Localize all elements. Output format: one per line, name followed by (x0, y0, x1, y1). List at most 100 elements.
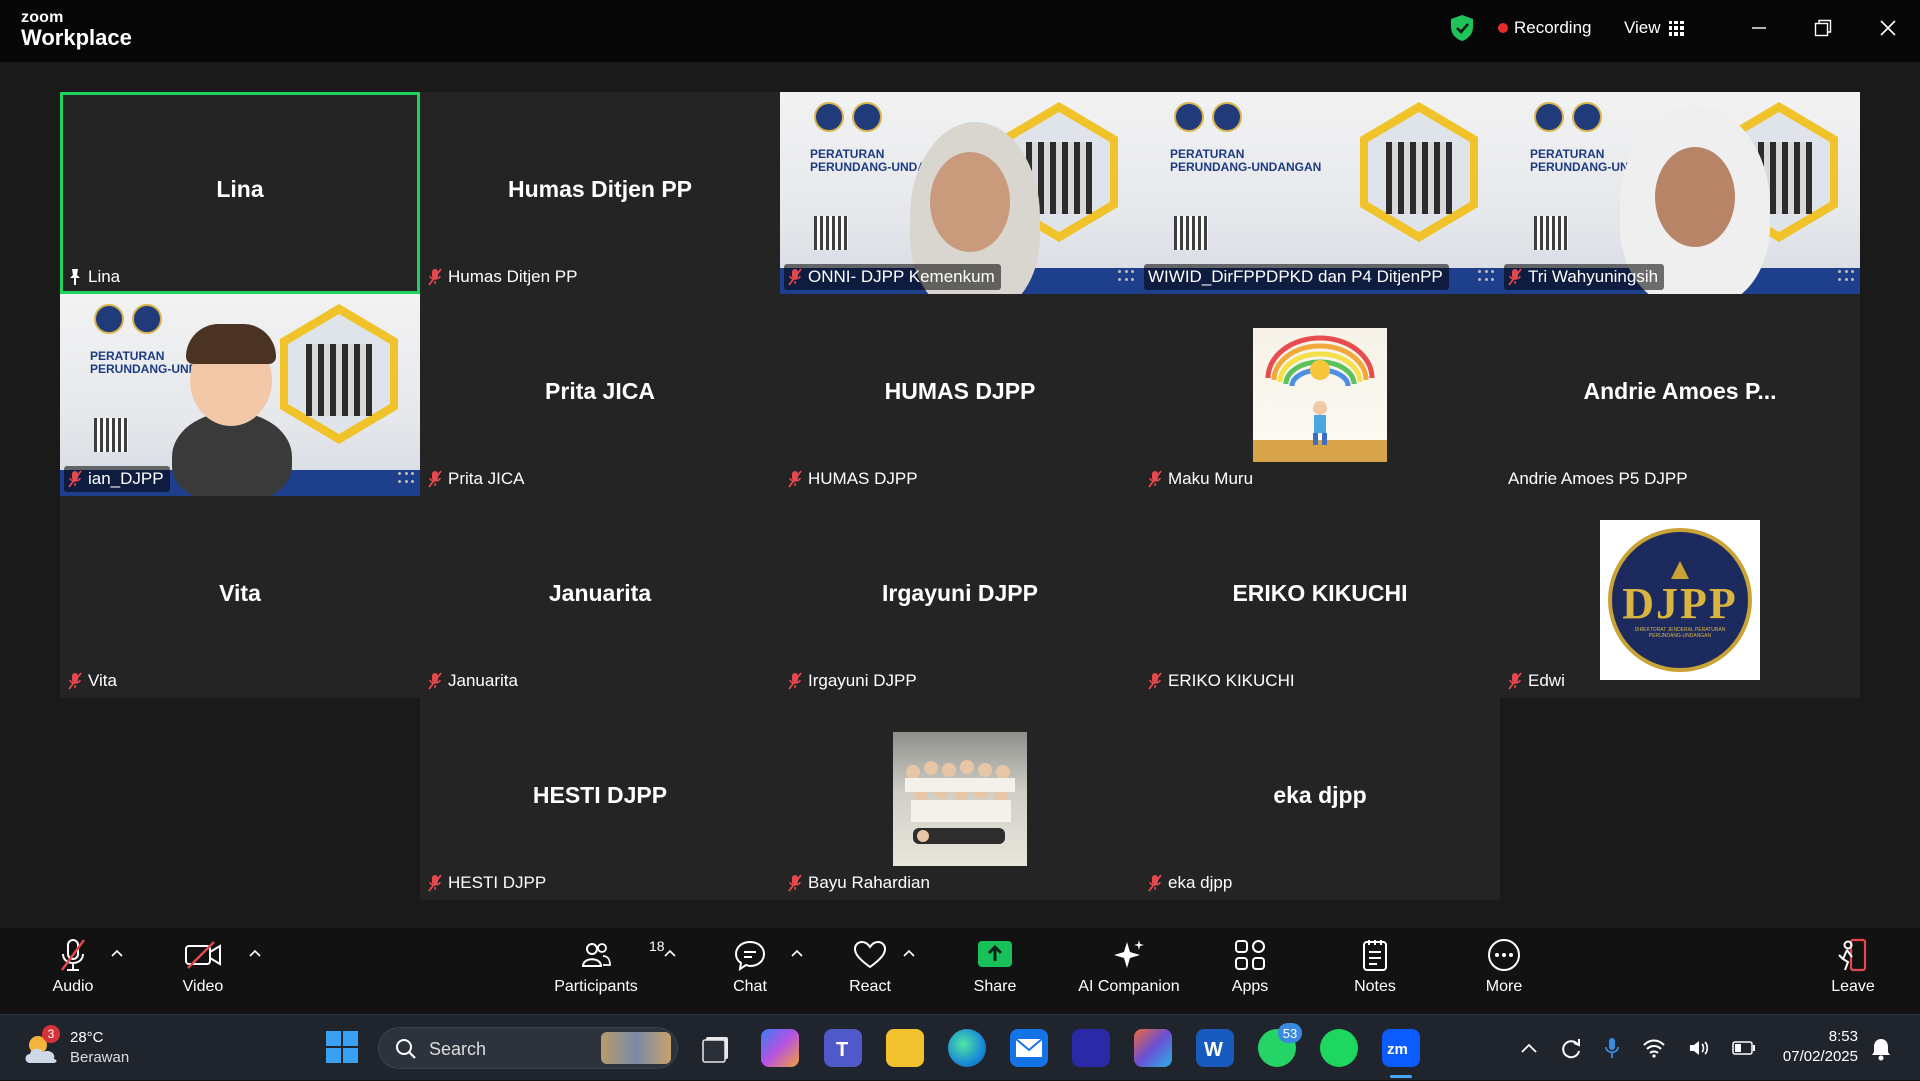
ai-companion-label: AI Companion (1078, 978, 1180, 995)
participant-tile[interactable]: Prita JICA Prita JICA (420, 294, 780, 496)
participant-tile[interactable]: HUMAS DJPP HUMAS DJPP (780, 294, 1140, 496)
participant-tile[interactable]: Humas Ditjen PP Humas Ditjen PP (420, 92, 780, 294)
video-button[interactable]: Video (178, 934, 228, 1010)
taskbar-search-box[interactable]: Search (378, 1027, 678, 1069)
drag-handle-icon[interactable] (1118, 270, 1136, 284)
participant-label: ERIKO KIKUCHI (1144, 668, 1301, 694)
participant-label: Vita (64, 668, 123, 694)
participants-options-caret[interactable] (662, 946, 678, 960)
weather-alert-badge: 3 (42, 1025, 60, 1043)
microphone-icon[interactable] (1604, 1037, 1620, 1059)
wifi-icon[interactable] (1642, 1038, 1666, 1058)
audio-options-caret[interactable] (109, 946, 125, 960)
participant-video-tile[interactable]: PERATURAN PERUNDANG-UNDANGAN WIWID_DirFPP… (1140, 92, 1500, 294)
participant-tile[interactable]: Maku Muru (1140, 294, 1500, 496)
show-hidden-icons-chevron-icon[interactable] (1520, 1042, 1538, 1054)
svg-text:W: W (1204, 1039, 1223, 1061)
teams-logo-icon: T (836, 1039, 848, 1061)
participant-label-text: WIWID_DirFPPDPKD dan P4 DitjenPP (1148, 267, 1443, 286)
notes-label: Notes (1354, 978, 1396, 995)
more-label: More (1485, 978, 1523, 995)
battery-icon[interactable] (1732, 1041, 1756, 1055)
participant-label-text: Januarita (448, 671, 518, 690)
minimize-button[interactable] (1739, 12, 1779, 44)
recording-dot-icon (1498, 23, 1508, 33)
participant-tile[interactable]: Vita Vita (60, 496, 420, 698)
taskbar-clock[interactable]: 8:53 07/02/2025 (1783, 1027, 1858, 1067)
copilot-app-icon[interactable] (761, 1029, 799, 1067)
drag-handle-icon[interactable] (1478, 270, 1496, 284)
profile-picture (893, 732, 1027, 866)
participant-tile[interactable]: eka djpp eka djpp (1140, 698, 1500, 900)
sync-icon[interactable] (1560, 1037, 1582, 1059)
video-options-caret[interactable] (247, 946, 263, 960)
participant-video-tile[interactable]: PERATURAN PERUNDANG-UNDANGAN ian_DJPP (60, 294, 420, 496)
participant-tile[interactable]: Andrie Amoes P... Andrie Amoes P5 DJPP (1500, 294, 1860, 496)
close-button[interactable] (1868, 12, 1908, 44)
participant-label: WIWID_DirFPPDPKD dan P4 DitjenPP (1144, 264, 1449, 290)
participant-video-tile[interactable]: PERATURAN PERUNDANG-UNDANGAN ONNI- DJPP K… (780, 92, 1140, 294)
power-automate-icon[interactable] (1072, 1029, 1110, 1067)
participant-video-tile[interactable]: PERATURAN PERUNDANG-UNDANGAN Tri Wahyunin… (1500, 92, 1860, 294)
participant-label-text: Maku Muru (1168, 469, 1254, 488)
task-view-button[interactable] (698, 1029, 736, 1067)
edge-browser-icon[interactable] (948, 1029, 986, 1067)
zoom-app-icon[interactable]: zm (1382, 1029, 1420, 1067)
react-options-caret[interactable] (901, 946, 917, 960)
logo-top-text: zoom (21, 9, 64, 26)
notes-button[interactable]: Notes (1350, 934, 1400, 1010)
participant-label-text: eka djpp (1168, 873, 1233, 892)
restore-button[interactable] (1803, 12, 1843, 44)
participant-label-text: Tri Wahyuningsih (1528, 267, 1659, 286)
encryption-shield-icon[interactable] (1449, 14, 1475, 42)
active-app-indicator (1390, 1075, 1412, 1078)
spotify-app-icon[interactable] (1320, 1029, 1358, 1067)
participants-button[interactable]: 18 Participants (549, 934, 664, 1010)
participant-tile[interactable]: ERIKO KIKUCHI ERIKO KIKUCHI (1140, 496, 1500, 698)
participant-name: Humas Ditjen PP (507, 176, 693, 202)
participant-label: Bayu Rahardian (784, 870, 936, 896)
participant-name: Andrie Amoes P... (1583, 378, 1777, 404)
participant-name: ERIKO KIKUCHI (1232, 580, 1408, 606)
apps-button[interactable]: Apps (1225, 934, 1275, 1010)
view-button[interactable]: View (1624, 14, 1684, 42)
chat-options-caret[interactable] (789, 946, 805, 960)
notification-bell-icon[interactable] (1870, 1037, 1892, 1061)
qr-code (1534, 216, 1568, 250)
participant-label: Januarita (424, 668, 524, 694)
participant-tile[interactable]: Bayu Rahardian (780, 698, 1140, 900)
audio-button[interactable]: Audio (48, 934, 98, 1010)
participant-name: Januarita (548, 580, 652, 606)
emblem-icon (1572, 102, 1602, 132)
weather-widget[interactable]: 3 28°C Berawan (22, 1025, 142, 1071)
participant-tile[interactable]: DJPP DIREKTORAT JENDERAL PERATURAN PERUN… (1500, 496, 1860, 698)
mail-app-icon[interactable] (1010, 1029, 1048, 1067)
ai-companion-button[interactable]: AI Companion (1073, 934, 1185, 1010)
word-app-icon[interactable]: W (1196, 1029, 1234, 1067)
recording-indicator[interactable]: Recording (1498, 14, 1592, 42)
volume-icon[interactable] (1688, 1038, 1710, 1058)
participant-tile[interactable]: HESTI DJPP HESTI DJPP (420, 698, 780, 900)
participant-tile[interactable]: Irgayuni DJPP Irgayuni DJPP (780, 496, 1140, 698)
djpp-logo-icon: DJPP DIREKTORAT JENDERAL PERATURAN PERUN… (1608, 528, 1752, 672)
more-button[interactable]: More (1479, 934, 1529, 1010)
react-button[interactable]: React (845, 934, 895, 1010)
chat-icon (734, 940, 766, 971)
share-label: Share (973, 978, 1017, 995)
drag-handle-icon[interactable] (1838, 270, 1856, 284)
participant-tile[interactable]: Lina Lina (60, 92, 420, 294)
profile-picture (1253, 328, 1387, 462)
chat-button[interactable]: Chat (725, 934, 775, 1010)
muted-mic-icon (1148, 470, 1162, 488)
muted-mic-icon (788, 268, 802, 286)
microsoft-365-icon[interactable] (1134, 1029, 1172, 1067)
teams-app-icon[interactable]: T (824, 1029, 862, 1067)
svg-text:T: T (836, 1039, 848, 1061)
file-explorer-icon[interactable] (886, 1029, 924, 1067)
participant-tile[interactable]: Januarita Januarita (420, 496, 780, 698)
participant-label: eka djpp (1144, 870, 1238, 896)
drag-handle-icon[interactable] (398, 472, 416, 486)
share-button[interactable]: Share (969, 934, 1021, 1010)
windows-start-button[interactable] (324, 1029, 362, 1067)
leave-button[interactable]: Leave (1826, 934, 1880, 1010)
